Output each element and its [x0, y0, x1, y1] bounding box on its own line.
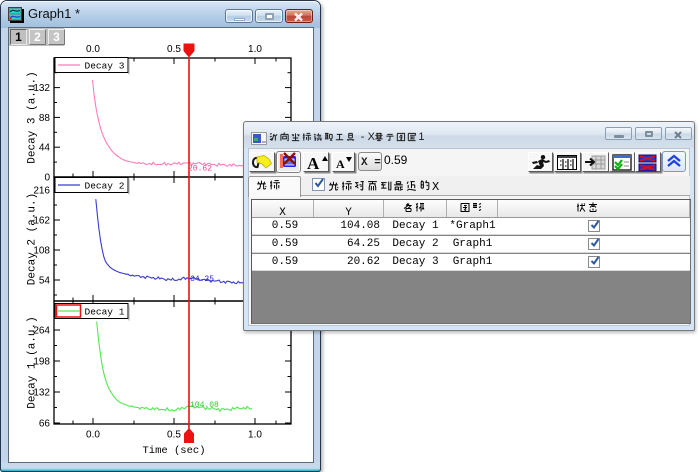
svg-text:44: 44 [39, 143, 51, 154]
svg-text:X: X [432, 180, 439, 194]
svg-text:88: 88 [39, 113, 51, 124]
svg-text:64.25: 64.25 [190, 275, 214, 284]
svg-text:Decay 2: Decay 2 [85, 181, 125, 192]
svg-text:A: A [336, 157, 345, 171]
svg-text:Decay 2 (a.u.): Decay 2 (a.u.) [27, 193, 39, 285]
svg-text:Time (sec): Time (sec) [142, 445, 205, 457]
svg-text:0.5: 0.5 [167, 44, 181, 55]
svg-text:0.0: 0.0 [86, 44, 100, 55]
svg-text:Decay 3 (a.u.): Decay 3 (a.u.) [27, 71, 39, 163]
svg-text:X =: X = [361, 157, 381, 169]
svg-text:Decay 3: Decay 3 [85, 61, 125, 72]
svg-text:Decay 1: Decay 1 [85, 307, 125, 318]
svg-text:0.0: 0.0 [86, 430, 100, 441]
svg-text:Decay 1 (a.u.): Decay 1 (a.u.) [27, 316, 39, 408]
svg-text:0.5: 0.5 [167, 430, 181, 441]
svg-text:66: 66 [39, 419, 51, 430]
svg-text:1: 1 [418, 132, 424, 143]
svg-text:A: A [307, 154, 320, 172]
svg-text:20.62: 20.62 [188, 165, 212, 174]
svg-text:104.08: 104.08 [190, 401, 219, 410]
svg-text:X: X [368, 132, 376, 143]
svg-text:0: 0 [44, 173, 50, 184]
svg-text:-: - [361, 132, 365, 143]
svg-text:1.0: 1.0 [248, 430, 262, 441]
svg-text:54: 54 [39, 276, 51, 287]
svg-text:1.0: 1.0 [248, 44, 262, 55]
